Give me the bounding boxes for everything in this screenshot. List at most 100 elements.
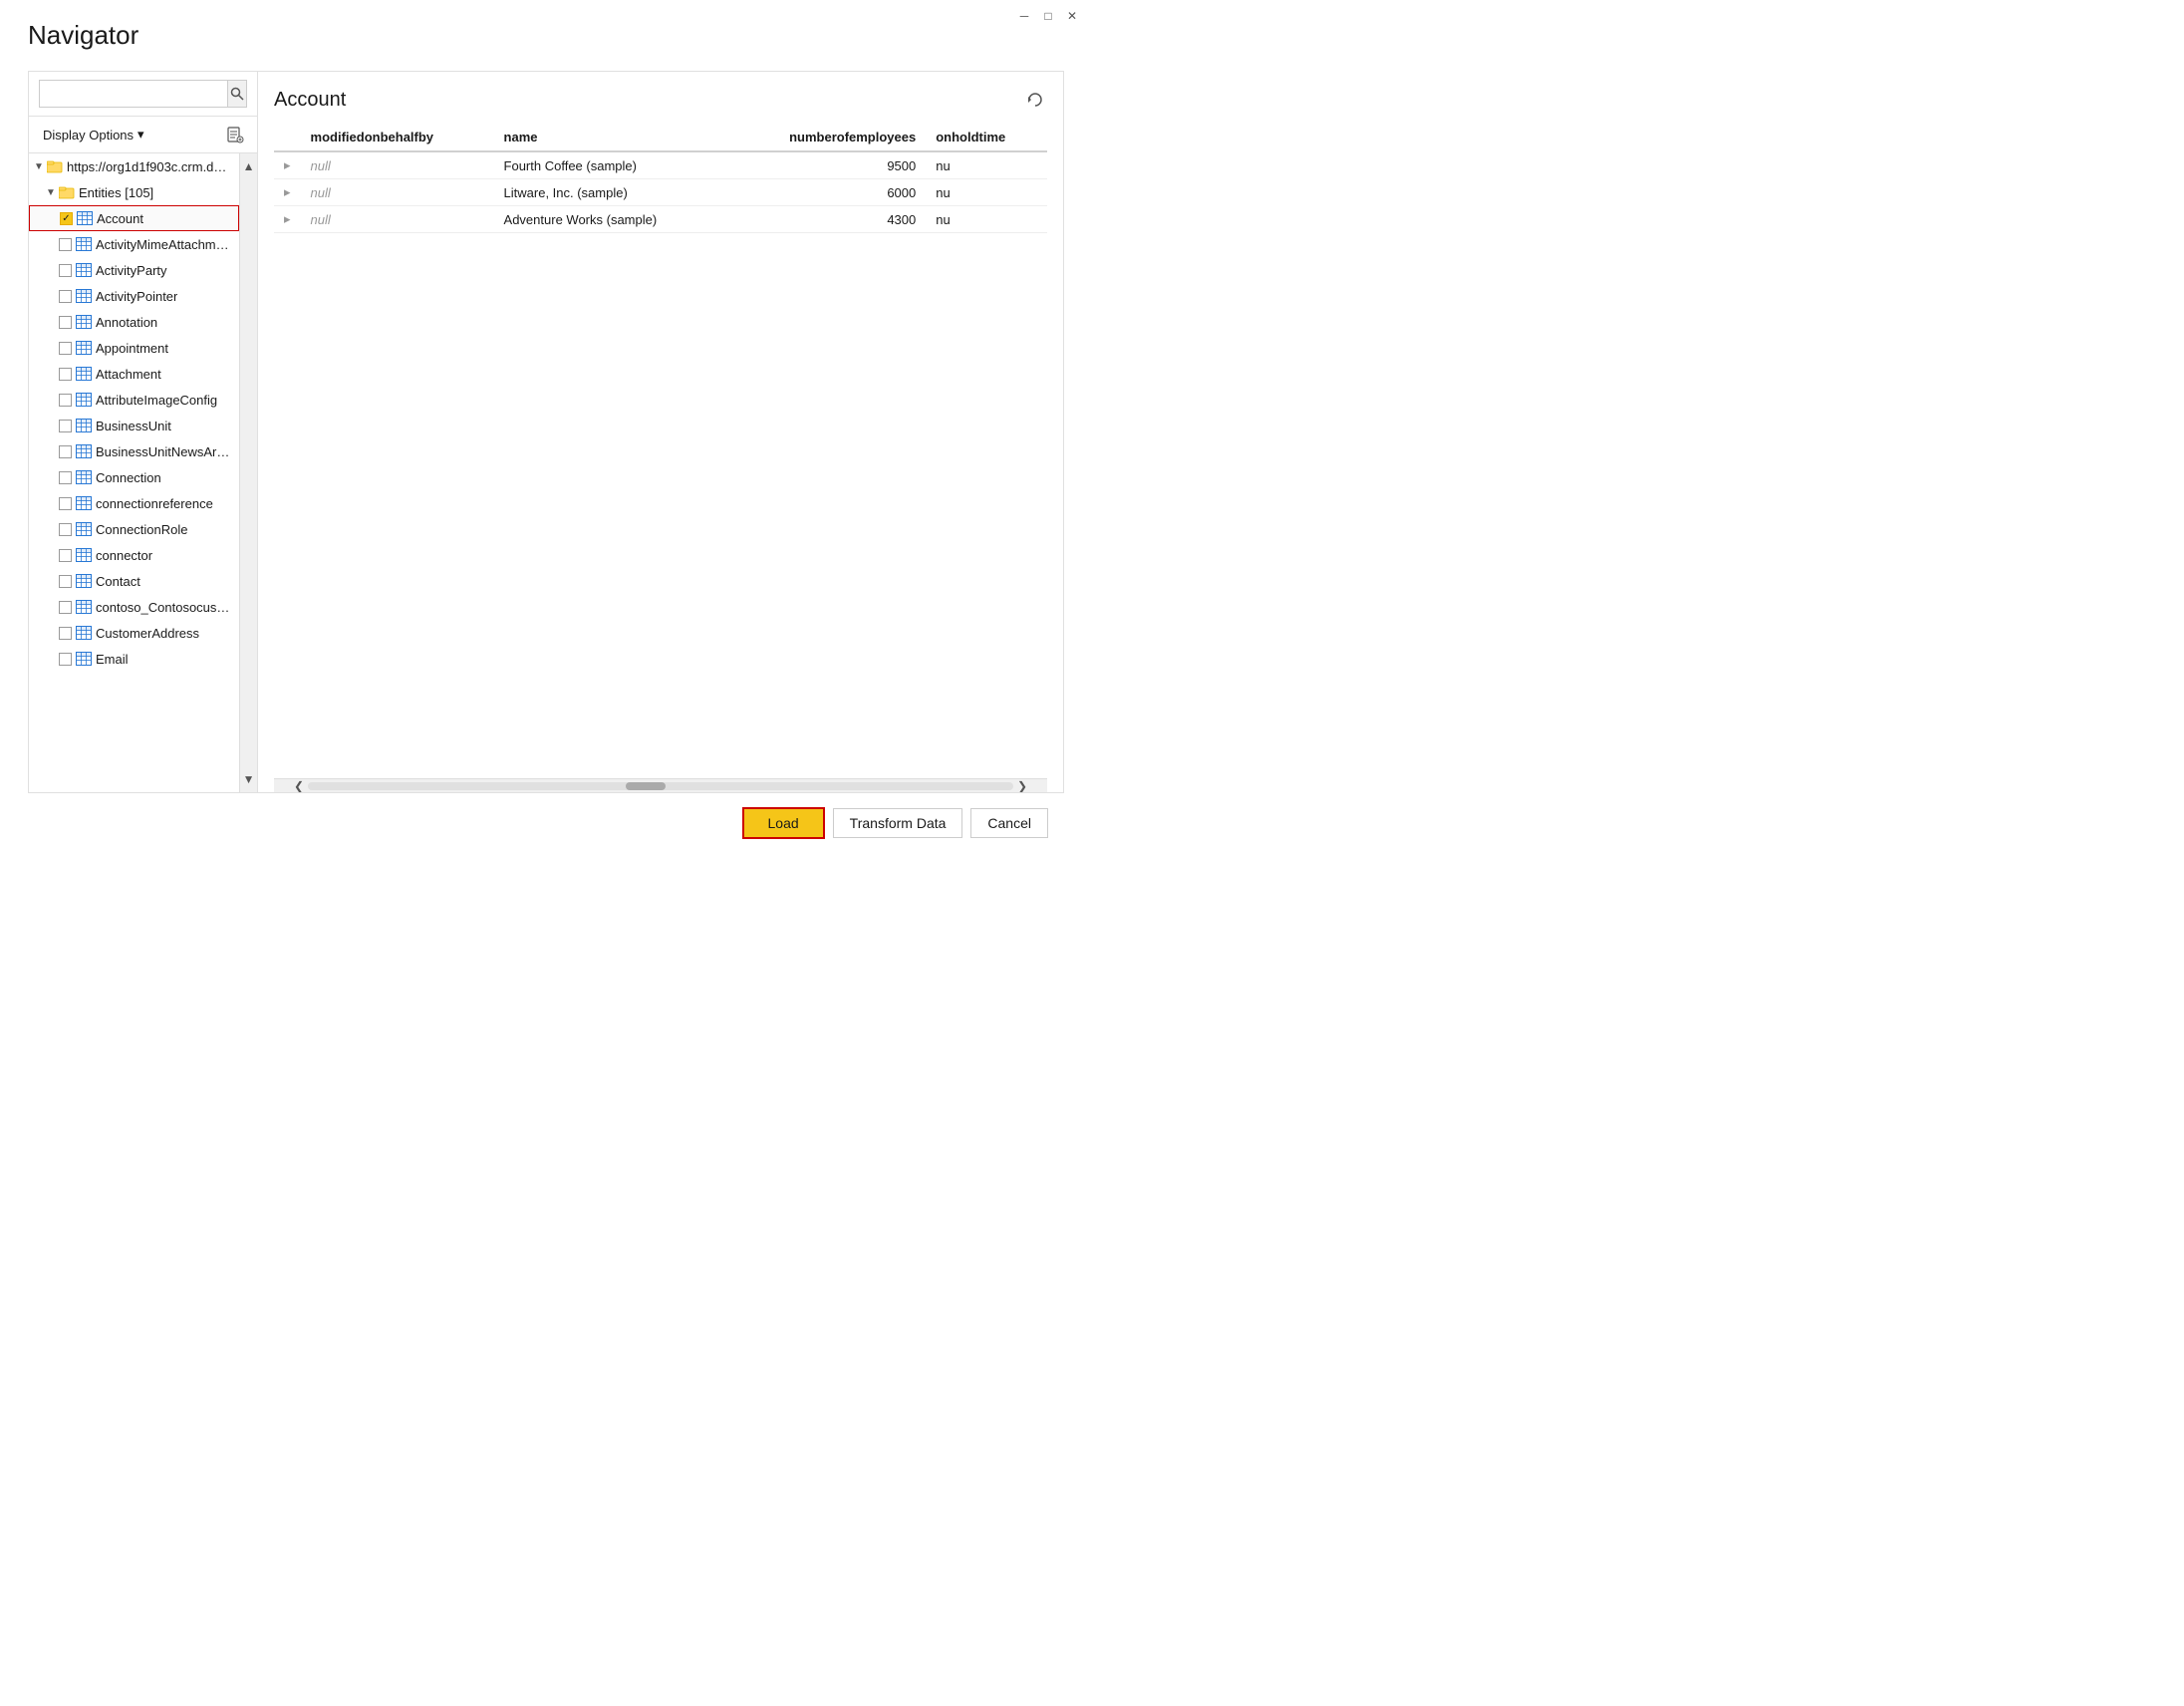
- table-icon: [76, 626, 92, 640]
- entity-checkbox[interactable]: [59, 264, 72, 277]
- entity-checkbox[interactable]: [59, 523, 72, 536]
- entity-checkbox[interactable]: [59, 394, 72, 407]
- col-name-header[interactable]: name: [494, 124, 728, 151]
- account-checkbox[interactable]: ✓: [60, 212, 73, 225]
- account-data-table: modifiedonbehalfby name numberofemployee…: [274, 124, 1047, 233]
- display-options-button[interactable]: Display Options ▾: [39, 125, 148, 144]
- page-title: Navigator: [28, 20, 1064, 51]
- table-header-row: modifiedonbehalfby name numberofemployee…: [274, 124, 1047, 151]
- maximize-button[interactable]: □: [1040, 8, 1056, 24]
- entity-label: ActivityMimeAttachment: [96, 237, 231, 252]
- tree-entity-account[interactable]: ✓ Account: [29, 205, 239, 231]
- tree-entity-item[interactable]: CustomerAddress: [29, 620, 239, 646]
- cell-employees: 9500: [727, 151, 926, 179]
- tree-entity-item[interactable]: ActivityPointer: [29, 283, 239, 309]
- cell-employees: 6000: [727, 179, 926, 206]
- table-row[interactable]: ▸ null Adventure Works (sample) 4300 nu: [274, 206, 1047, 233]
- minimize-button[interactable]: ─: [1016, 8, 1032, 24]
- entities-folder-item[interactable]: ▼ Entities [105]: [29, 179, 239, 205]
- folder-icon: [59, 185, 75, 199]
- tree-entity-item[interactable]: Attachment: [29, 361, 239, 387]
- scrollbar-thumb[interactable]: [626, 782, 666, 790]
- entity-checkbox[interactable]: [59, 575, 72, 588]
- entity-label: CustomerAddress: [96, 626, 199, 641]
- entity-label: connector: [96, 548, 152, 563]
- tree-entity-item[interactable]: connector: [29, 542, 239, 568]
- tree-entity-item[interactable]: Connection: [29, 464, 239, 490]
- horizontal-scrollbar[interactable]: ❮ ❯: [274, 778, 1047, 792]
- entity-label: Email: [96, 652, 129, 667]
- table-icon: [76, 419, 92, 432]
- tree-entity-item[interactable]: ActivityParty: [29, 257, 239, 283]
- table-icon: [76, 574, 92, 588]
- scroll-left-button[interactable]: ❮: [294, 779, 304, 793]
- search-icon: [230, 87, 244, 101]
- row-indicator: ▸: [274, 179, 301, 206]
- cell-onholdtime: nu: [926, 206, 1047, 233]
- entity-label: Annotation: [96, 315, 157, 330]
- entity-checkbox[interactable]: [59, 471, 72, 484]
- table-icon: [76, 367, 92, 381]
- table-icon: [76, 237, 92, 251]
- entity-checkbox[interactable]: [59, 316, 72, 329]
- entity-label: AttributeImageConfig: [96, 393, 217, 408]
- entity-label: Attachment: [96, 367, 161, 382]
- tree-entity-item[interactable]: connectionreference: [29, 490, 239, 516]
- entity-checkbox[interactable]: [59, 342, 72, 355]
- entity-checkbox[interactable]: [59, 420, 72, 432]
- entity-checkbox[interactable]: [59, 238, 72, 251]
- refresh-button[interactable]: [1023, 88, 1047, 112]
- entity-checkbox[interactable]: [59, 290, 72, 303]
- tree-entity-item[interactable]: Appointment: [29, 335, 239, 361]
- cancel-button[interactable]: Cancel: [970, 808, 1048, 838]
- scroll-up-button[interactable]: ▲: [239, 157, 257, 175]
- tree-entity-item[interactable]: BusinessUnit: [29, 413, 239, 438]
- entity-checkbox[interactable]: [59, 549, 72, 562]
- close-button[interactable]: ✕: [1064, 8, 1080, 24]
- table-icon: [76, 600, 92, 614]
- col-numberofemployees-header[interactable]: numberofemployees: [727, 124, 926, 151]
- search-input[interactable]: [39, 80, 228, 108]
- scrollbar-track[interactable]: [308, 782, 1013, 790]
- entity-checkbox[interactable]: [59, 627, 72, 640]
- entity-checkbox[interactable]: [59, 653, 72, 666]
- entity-label: Appointment: [96, 341, 168, 356]
- entities-label: Entities [105]: [79, 185, 153, 200]
- table-icon: [76, 522, 92, 536]
- col-modifiedonbehalfby-header[interactable]: modifiedonbehalfby: [301, 124, 494, 151]
- table-row[interactable]: ▸ null Fourth Coffee (sample) 9500 nu: [274, 151, 1047, 179]
- panel-icon-button[interactable]: [223, 123, 247, 146]
- entity-label: BusinessUnit: [96, 419, 171, 433]
- entity-label: BusinessUnitNewsArticle: [96, 444, 231, 459]
- scroll-down-button[interactable]: ▼: [239, 770, 257, 788]
- tree-entity-item[interactable]: ActivityMimeAttachment: [29, 231, 239, 257]
- entity-checkbox[interactable]: [59, 445, 72, 458]
- tree-entity-item[interactable]: Email: [29, 646, 239, 672]
- scroll-right-button[interactable]: ❯: [1017, 779, 1027, 793]
- table-icon: [76, 393, 92, 407]
- entity-checkbox[interactable]: [59, 601, 72, 614]
- entity-label: ActivityPointer: [96, 289, 177, 304]
- load-button[interactable]: Load: [742, 807, 825, 839]
- col-onholdtime-header[interactable]: onholdtime: [926, 124, 1047, 151]
- transform-data-button[interactable]: Transform Data: [833, 808, 963, 838]
- entity-label: ActivityParty: [96, 263, 167, 278]
- tree-entity-item[interactable]: BusinessUnitNewsArticle: [29, 438, 239, 464]
- tree-entity-item[interactable]: contoso_Contosocustomentity: [29, 594, 239, 620]
- entity-tree[interactable]: ▼ https://org1d1f903c.crm.dynamics.com/ …: [29, 153, 239, 792]
- entity-label: ConnectionRole: [96, 522, 188, 537]
- cell-modifiedonbehalfby: null: [301, 206, 494, 233]
- table-row[interactable]: ▸ null Litware, Inc. (sample) 6000 nu: [274, 179, 1047, 206]
- tree-entity-item[interactable]: Annotation: [29, 309, 239, 335]
- entity-checkbox[interactable]: [59, 368, 72, 381]
- table-icon: [77, 211, 93, 225]
- search-button[interactable]: [228, 80, 247, 108]
- chevron-down-icon: ▾: [137, 127, 144, 142]
- entity-checkbox[interactable]: [59, 497, 72, 510]
- entity-label: Account: [97, 211, 143, 226]
- tree-entity-item[interactable]: AttributeImageConfig: [29, 387, 239, 413]
- tree-entity-item[interactable]: ConnectionRole: [29, 516, 239, 542]
- tree-entity-item[interactable]: Contact: [29, 568, 239, 594]
- tree-root-item[interactable]: ▼ https://org1d1f903c.crm.dynamics.com/ …: [29, 153, 239, 179]
- table-icon: [76, 341, 92, 355]
